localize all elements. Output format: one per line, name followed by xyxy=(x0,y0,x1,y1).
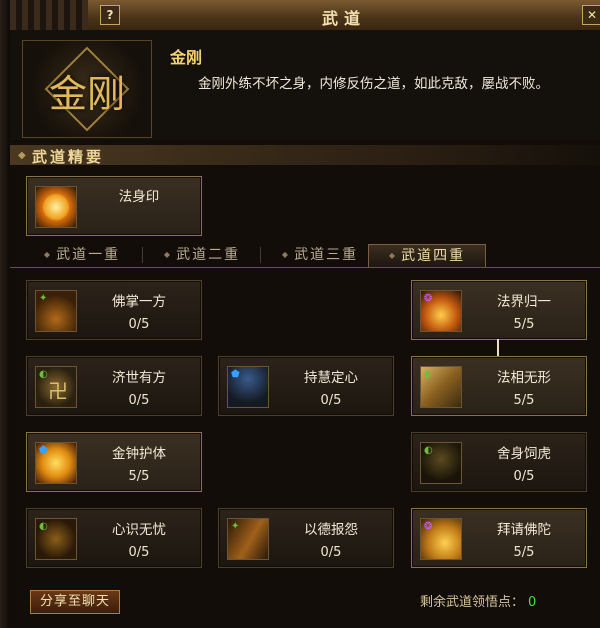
skill-card-xinshi[interactable]: ◐ 心识无忧 0/5 xyxy=(26,508,202,568)
skill-card-chihui[interactable]: ⬟ 持慧定心 0/5 xyxy=(218,356,394,416)
skill-card-jishi[interactable]: ◐ 卍 济世有方 0/5 xyxy=(26,356,202,416)
virtue-repay-icon: ✦ xyxy=(227,518,269,560)
golden-seal-icon xyxy=(35,186,77,228)
window-left-edge xyxy=(0,0,10,628)
title-ornament xyxy=(10,0,88,30)
skill-card-jinzhong[interactable]: ⬟ 金钟护体 5/5 xyxy=(26,432,202,492)
skill-name-label: 法界归一 xyxy=(497,294,551,310)
skill-name-label: 拜请佛陀 xyxy=(497,522,551,538)
skill-card-yide[interactable]: ✦ 以德报怨 0/5 xyxy=(218,508,394,568)
essential-section-header: ◆ 武道精要 xyxy=(10,145,600,166)
remaining-points: 剩余武道领悟点： 0 xyxy=(420,591,536,610)
skill-level-label: 5/5 xyxy=(513,393,535,408)
skill-level-label: 5/5 xyxy=(513,317,535,332)
skill-level-label: 0/5 xyxy=(128,317,150,332)
skill-link-line xyxy=(497,339,499,357)
emblem-calligraphy: 金刚 xyxy=(48,72,125,116)
essential-skill-name: 法身印 xyxy=(118,189,160,205)
skill-name-label: 济世有方 xyxy=(112,370,166,386)
essential-skill-card[interactable]: 法身印 xyxy=(26,176,202,236)
skill-card-fajie[interactable]: ❂ 法界归一 5/5 xyxy=(411,280,587,340)
skill-level-label: 0/5 xyxy=(128,393,150,408)
skill-name-label: 心识无忧 xyxy=(112,522,166,538)
golden-bell-icon: ⬟ xyxy=(35,442,77,484)
close-button[interactable]: ✕ xyxy=(582,5,600,25)
skill-name-label: 以德报怨 xyxy=(304,522,358,538)
window-title: 武道 xyxy=(321,9,366,28)
wisdom-figure-icon: ⬟ xyxy=(227,366,269,408)
skill-name: 金刚 xyxy=(170,48,203,67)
tab-tier-1[interactable]: ◆ 武道一重 xyxy=(24,244,140,266)
skill-name-label: 舍身饲虎 xyxy=(497,446,551,462)
share-to-chat-button[interactable]: 分享至聊天 xyxy=(30,590,120,614)
swastika-icon: ◐ 卍 xyxy=(35,366,77,408)
points-label: 剩余武道领悟点： xyxy=(420,595,525,610)
skill-level-label: 5/5 xyxy=(128,469,150,484)
tab-tier-4[interactable]: ◆ 武道四重 xyxy=(368,244,486,267)
skill-header: 金刚 金刚 金刚外练不坏之身，内修反伤之道，如此克敌，屡战不败。 xyxy=(10,30,600,140)
mind-serene-icon: ◐ xyxy=(35,518,77,560)
skill-level-label: 0/5 xyxy=(513,469,535,484)
skill-card-faxiang[interactable]: ◐ 法相无形 5/5 xyxy=(411,356,587,416)
tier-tabs: ◆ 武道一重 ◆ 武道二重 ◆ 武道三重 ◆ 武道四重 xyxy=(10,243,600,268)
skill-card-fozhang[interactable]: ✦ 佛掌一方 0/5 xyxy=(26,280,202,340)
skill-card-sheshen[interactable]: ◐ 舍身饲虎 0/5 xyxy=(411,432,587,492)
jingang-emblem: 金刚 xyxy=(22,40,152,138)
skill-card-baiqing[interactable]: ❂ 拜请佛陀 5/5 xyxy=(411,508,587,568)
dharma-form-icon: ◐ xyxy=(420,366,462,408)
skill-level-label: 0/5 xyxy=(128,545,150,560)
points-value: 0 xyxy=(528,595,537,610)
help-button[interactable]: ? xyxy=(100,5,120,25)
skill-level-label: 0/5 xyxy=(320,545,342,560)
skill-name-label: 佛掌一方 xyxy=(112,294,166,310)
section-title: 武道精要 xyxy=(32,148,105,166)
dharma-realm-icon: ❂ xyxy=(420,290,462,332)
pray-buddha-icon: ❂ xyxy=(420,518,462,560)
tab-tier-2[interactable]: ◆ 武道二重 xyxy=(144,244,260,266)
martial-arts-window: 武道 ? ✕ 金刚 金刚 金刚外练不坏之身，内修反伤之道，如此克敌，屡战不败。 … xyxy=(0,0,600,628)
skill-level-label: 0/5 xyxy=(320,393,342,408)
buddha-palm-icon: ✦ xyxy=(35,290,77,332)
sacrifice-tiger-icon: ◐ xyxy=(420,442,462,484)
skill-name-label: 持慧定心 xyxy=(304,370,358,386)
skill-name-label: 法相无形 xyxy=(497,370,551,386)
skill-level-label: 5/5 xyxy=(513,545,535,560)
tab-tier-3[interactable]: ◆ 武道三重 xyxy=(262,244,378,266)
section-bullet-icon: ◆ xyxy=(18,150,26,161)
skill-description: 金刚外练不坏之身，内修反伤之道，如此克敌，屡战不败。 xyxy=(198,76,549,92)
skill-name-label: 金钟护体 xyxy=(112,446,166,462)
title-bar[interactable]: 武道 xyxy=(88,0,600,31)
